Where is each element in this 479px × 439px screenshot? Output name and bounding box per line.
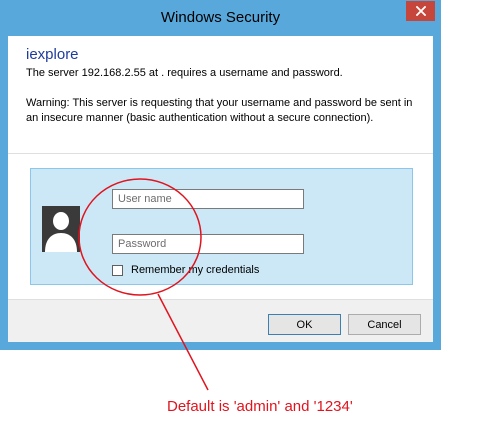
password-input[interactable] <box>112 234 304 254</box>
windows-security-dialog: Windows Security iexplore The server 192… <box>0 0 441 350</box>
remember-credentials-option[interactable]: Remember my credentials <box>112 264 259 276</box>
dialog-body: iexplore The server 192.168.2.55 at . re… <box>8 36 433 342</box>
remember-credentials-checkbox[interactable] <box>112 264 123 276</box>
divider <box>8 153 433 154</box>
username-input[interactable] <box>112 189 304 209</box>
close-button[interactable] <box>406 1 435 21</box>
server-message: The server 192.168.2.55 at . requires a … <box>26 67 343 79</box>
ok-button[interactable]: OK <box>268 314 341 335</box>
annotation-note: Default is 'admin' and '1234' <box>167 398 353 415</box>
user-avatar-icon <box>42 206 80 252</box>
remember-credentials-label: Remember my credentials <box>131 264 260 276</box>
button-bar: OK Cancel <box>8 299 433 342</box>
credential-tile: Remember my credentials <box>30 168 413 285</box>
avatar <box>42 206 80 252</box>
title-bar[interactable]: Windows Security <box>0 0 441 36</box>
cancel-button[interactable]: Cancel <box>348 314 421 335</box>
screenshot-stage: Windows Security iexplore The server 192… <box>0 0 479 439</box>
insecure-warning: Warning: This server is requesting that … <box>26 97 413 124</box>
window-title: Windows Security <box>160 9 281 26</box>
close-icon <box>415 6 426 16</box>
app-name: iexplore <box>26 46 79 63</box>
